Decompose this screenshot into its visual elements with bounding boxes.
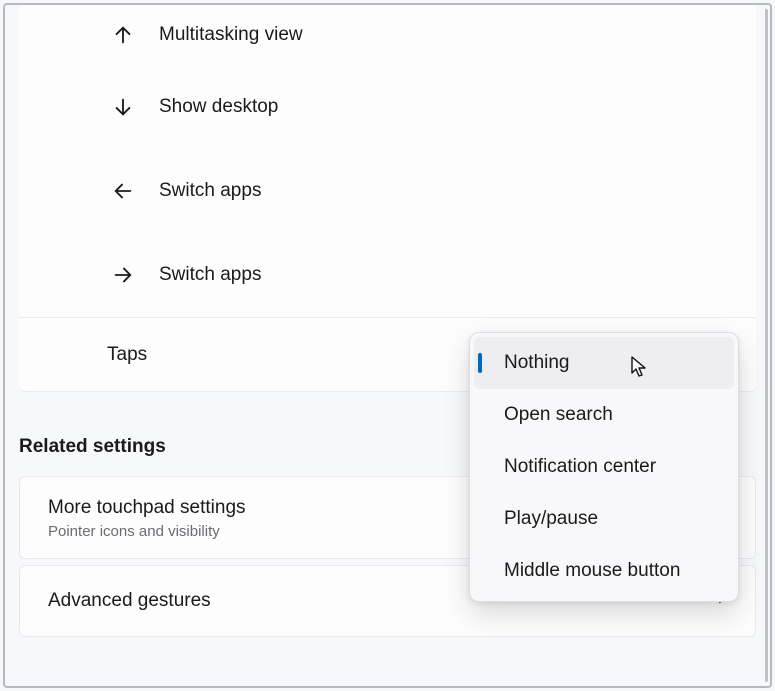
dropdown-option-nothing[interactable]: Nothing bbox=[474, 337, 734, 389]
setting-text: Advanced gestures bbox=[48, 588, 211, 614]
arrow-right-icon bbox=[103, 264, 143, 286]
setting-title: More touchpad settings bbox=[48, 495, 246, 521]
gesture-row-left[interactable]: Switch apps bbox=[19, 149, 756, 233]
scrollbar-thumb[interactable] bbox=[765, 9, 768, 682]
setting-subtitle: Pointer icons and visibility bbox=[48, 523, 246, 540]
dropdown-option-play-pause[interactable]: Play/pause bbox=[474, 493, 734, 545]
dropdown-option-label: Notification center bbox=[504, 456, 656, 478]
gesture-row-down[interactable]: Show desktop bbox=[19, 65, 756, 149]
dropdown-option-middle-mouse[interactable]: Middle mouse button bbox=[474, 545, 734, 597]
gesture-label: Switch apps bbox=[159, 180, 261, 202]
gesture-label: Multitasking view bbox=[159, 24, 303, 46]
dropdown-option-label: Open search bbox=[504, 404, 613, 426]
setting-text: More touchpad settings Pointer icons and… bbox=[48, 495, 246, 540]
dropdown-option-label: Nothing bbox=[504, 352, 570, 374]
setting-title: Advanced gestures bbox=[48, 588, 211, 614]
dropdown-option-label: Middle mouse button bbox=[504, 560, 680, 582]
dropdown-option-label: Play/pause bbox=[504, 508, 598, 530]
dropdown-option-notification-center[interactable]: Notification center bbox=[474, 441, 734, 493]
taps-dropdown: Nothing Open search Notification center … bbox=[469, 332, 739, 602]
scrollbar[interactable] bbox=[758, 9, 768, 682]
gesture-row-right[interactable]: Switch apps bbox=[19, 233, 756, 317]
taps-label: Taps bbox=[107, 344, 147, 366]
arrow-left-icon bbox=[103, 180, 143, 202]
gesture-row-up[interactable]: Multitasking view bbox=[19, 5, 756, 65]
settings-viewport: Multitasking view Show desktop Switch ap… bbox=[3, 3, 772, 688]
arrow-down-icon bbox=[103, 96, 143, 118]
arrow-up-icon bbox=[103, 24, 143, 46]
gesture-label: Switch apps bbox=[159, 264, 261, 286]
dropdown-option-open-search[interactable]: Open search bbox=[474, 389, 734, 441]
gesture-label: Show desktop bbox=[159, 96, 278, 118]
